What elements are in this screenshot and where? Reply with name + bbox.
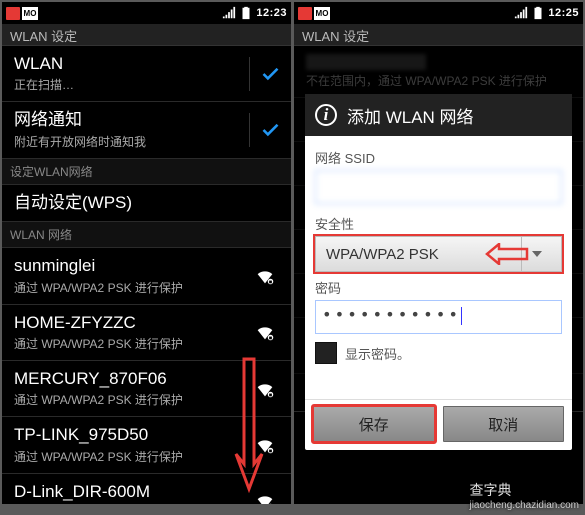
cancel-button[interactable]: 取消 — [443, 406, 565, 442]
wlan-title: WLAN — [14, 54, 249, 74]
security-select[interactable]: WPA/WPA2 PSK — [315, 236, 562, 272]
wlan-checkbox[interactable] — [249, 57, 281, 91]
show-password-label: 显示密码。 — [345, 344, 410, 363]
status-bar: MO 12:23 — [2, 2, 291, 24]
page-title: WLAN 设定 — [2, 24, 291, 46]
battery-icon — [531, 6, 545, 20]
password-dots: ••••••••••• — [322, 305, 461, 324]
dialog-title: 添加 WLAN 网络 — [347, 103, 474, 128]
signal-icon — [222, 6, 236, 20]
annotation-arrow-left-icon — [485, 243, 529, 265]
page-title: WLAN 设定 — [294, 24, 583, 46]
status-bar: MO 12:25 — [294, 2, 583, 24]
network-ssid: HOME-ZFYZZC — [14, 313, 249, 333]
network-row[interactable]: HOME-ZFYZZC 通过 WPA/WPA2 PSK 进行保护 — [2, 305, 291, 361]
clock: 12:23 — [256, 7, 287, 19]
password-label: 密码 — [315, 278, 562, 297]
watermark: 查字典 jiaocheng.chazidian.com — [469, 480, 579, 511]
section-networks: WLAN 网络 — [2, 222, 291, 248]
network-security: 通过 WPA/WPA2 PSK 进行保护 — [14, 335, 249, 352]
network-security: 通过 WPA/WPA2 PSK 进行保护 — [14, 279, 249, 296]
add-wlan-dialog: i 添加 WLAN 网络 网络 SSID 安全性 WPA/WPA2 PSK 密码… — [305, 94, 572, 450]
notif-icon — [298, 7, 312, 20]
security-label: 安全性 — [315, 214, 562, 233]
notify-sub: 附近有开放网络时通知我 — [14, 133, 249, 150]
battery-icon — [239, 6, 253, 20]
network-security: 不在范围内，通过 WPA/WPA2 PSK 进行保护 — [306, 72, 573, 89]
auto-wps-row[interactable]: 自动设定(WPS) — [2, 185, 291, 222]
network-ssid: TP-LINK_975D50 — [14, 425, 249, 445]
section-settings: 设定WLAN网络 — [2, 159, 291, 185]
info-icon: i — [315, 104, 337, 126]
clock: 12:25 — [548, 7, 579, 19]
network-ssid: MERCURY_870F06 — [14, 369, 249, 389]
ssid-label: 网络 SSID — [315, 148, 562, 167]
watermark-url: jiaocheng.chazidian.com — [469, 500, 579, 511]
network-ssid: D-Link_DIR-600M — [14, 482, 249, 502]
network-notify-row[interactable]: 网络通知 附近有开放网络时通知我 — [2, 102, 291, 158]
network-row[interactable]: sunminglei 通过 WPA/WPA2 PSK 进行保护 — [2, 248, 291, 304]
notify-title: 网络通知 — [14, 110, 249, 130]
network-security: 通过 WPA/WPA2 PSK 进行保护 — [14, 391, 249, 408]
network-row: 不在范围内，通过 WPA/WPA2 PSK 进行保护 — [294, 46, 583, 98]
blurred-ssid — [306, 54, 426, 70]
notify-checkbox[interactable] — [249, 113, 281, 147]
save-button[interactable]: 保存 — [313, 406, 435, 442]
wifi-lock-icon — [249, 265, 281, 287]
net-badge-icon: MO — [314, 7, 330, 20]
ssid-input[interactable] — [315, 170, 562, 204]
auto-wps-title: 自动设定(WPS) — [14, 193, 281, 213]
watermark-text: 查字典 — [469, 482, 511, 498]
network-security: 通过 WPA/WPA2 PSK 进行保护 — [14, 448, 249, 465]
screen-wlan-settings: MO 12:23 WLAN 设定 WLAN 正在扫描… 网络通知 附近有开放网络… — [2, 2, 291, 504]
network-ssid: sunminglei — [14, 256, 249, 276]
net-badge-icon: MO — [22, 7, 38, 20]
wifi-lock-icon — [249, 321, 281, 343]
show-password-checkbox[interactable] — [315, 342, 337, 364]
dialog-header: i 添加 WLAN 网络 — [305, 94, 572, 136]
wlan-sub: 正在扫描… — [14, 76, 249, 93]
password-input[interactable]: ••••••••••• — [315, 300, 562, 334]
notif-icon — [6, 7, 20, 20]
annotation-arrow-down-icon — [234, 354, 264, 494]
signal-icon — [514, 6, 528, 20]
screen-add-network: MO 12:25 WLAN 设定 不在范围内，通过 WPA/WPA2 PSK 进… — [294, 2, 583, 504]
wlan-toggle-row[interactable]: WLAN 正在扫描… — [2, 46, 291, 102]
